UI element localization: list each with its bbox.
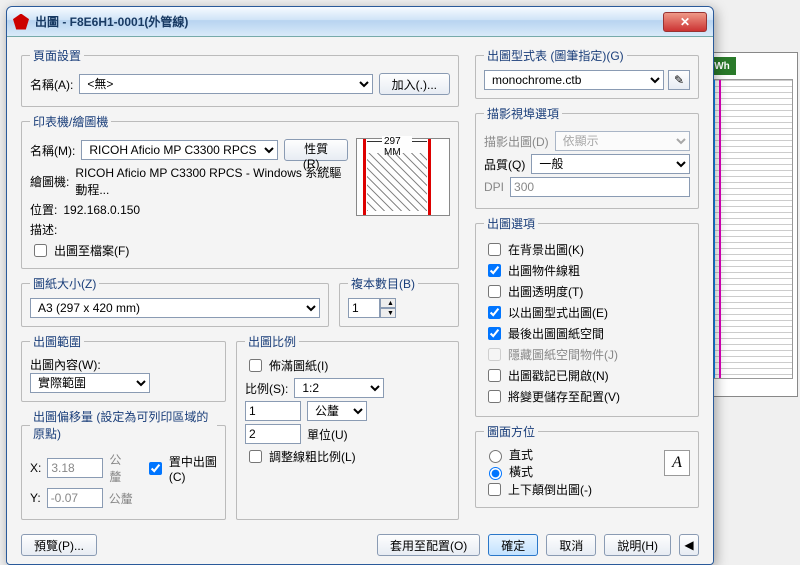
paper-preview: 297 MM [356, 138, 450, 216]
orientation-upside-down[interactable]: 上下顛倒出圖(-) [484, 480, 690, 499]
ok-button[interactable]: 確定 [488, 534, 538, 556]
edit-style-table-button[interactable]: ✎ [668, 70, 690, 90]
opt-lineweights[interactable]: 出圖物件線粗 [484, 261, 690, 280]
shaded-viewport-group: 描影視埠選項 描影出圖(D) 依顯示 品質(Q) 一般 DPI [475, 105, 699, 209]
page-setup-legend: 頁面設置 [30, 47, 84, 64]
paper-size-select[interactable]: A3 (297 x 420 mm) [30, 298, 320, 318]
opt-hide-paperspace: 隱藏圖紙空間物件(J) [484, 345, 690, 364]
orientation-landscape[interactable]: 橫式 [484, 463, 533, 480]
opt-paperspace-last[interactable]: 最後出圖圖紙空間 [484, 324, 690, 343]
location-value: 192.168.0.150 [63, 203, 140, 217]
offset-x-input [47, 458, 103, 478]
quality-label: 品質(Q) [484, 156, 525, 173]
printer-name-label: 名稱(M): [30, 142, 75, 159]
quality-select[interactable]: 一般 [531, 154, 690, 174]
plot-what-select[interactable]: 實際範圍 [30, 373, 150, 393]
opt-background[interactable]: 在背景出圖(K) [484, 240, 690, 259]
center-plot-checkbox[interactable]: 置中出圖(C) [145, 453, 217, 484]
copies-spinner[interactable]: ▲▼ [348, 298, 396, 318]
orientation-group: 圖面方位 直式 橫式 A 上下顛倒出圖(-) [475, 423, 699, 508]
plot-dialog: 出圖 - F8E6H1-0001(外管線) ✕ 頁面設置 名稱(A): <無> … [6, 6, 714, 565]
scale-denominator-input[interactable] [245, 424, 301, 444]
plot-what-label: 出圖內容(W): [30, 356, 217, 373]
window-title: 出圖 - F8E6H1-0001(外管線) [35, 13, 188, 30]
plot-options-legend: 出圖選項 [484, 215, 538, 232]
copies-down[interactable]: ▼ [380, 308, 396, 318]
offset-y-label: Y: [30, 491, 41, 505]
background-drawing-window: Wh [703, 52, 798, 397]
copies-up[interactable]: ▲ [380, 298, 396, 308]
printer-name-select[interactable]: RICOH Aficio MP C3300 RPCS [81, 140, 278, 160]
page-setup-name-label: 名稱(A): [30, 76, 73, 93]
fit-to-paper-checkbox[interactable]: 佈滿圖紙(I) [245, 356, 450, 375]
autocad-icon [13, 14, 29, 30]
plot-offset-legend: 出圖偏移量 (設定為可列印區域的原點) [30, 408, 217, 442]
apply-to-layout-button[interactable]: 套用至配置(O) [377, 534, 480, 556]
offset-x-unit: 公釐 [109, 451, 129, 485]
titlebar[interactable]: 出圖 - F8E6H1-0001(外管線) ✕ [7, 7, 713, 37]
plot-area-group: 出圖範圍 出圖內容(W): 實際範圍 [21, 333, 226, 402]
orientation-portrait[interactable]: 直式 [484, 446, 533, 463]
opt-plot-styles[interactable]: 以出圖型式出圖(E) [484, 303, 690, 322]
plot-style-table-select[interactable]: monochrome.ctb [484, 70, 664, 90]
printer-properties-button[interactable]: 性質(R)... [284, 139, 348, 161]
scale-unit-select[interactable]: 公釐 [307, 401, 367, 421]
dpi-input [510, 177, 690, 197]
paper-size-legend: 圖紙大小(Z) [30, 275, 99, 292]
chevron-left-icon: ◀ [684, 538, 693, 552]
background-drawing [708, 79, 793, 379]
scale-numerator-input[interactable] [245, 401, 301, 421]
shade-plot-select: 依顯示 [555, 131, 690, 151]
plotter-label: 繪圖機: [30, 173, 69, 190]
offset-x-label: X: [30, 461, 41, 475]
dpi-label: DPI [484, 180, 504, 194]
printer-group: 印表機/繪圖機 名稱(M): RICOH Aficio MP C3300 RPC… [21, 113, 459, 269]
plot-style-table-group: 出圖型式表 (圖筆指定)(G) monochrome.ctb ✎ [475, 47, 699, 99]
scale-label: 比例(S): [245, 380, 288, 397]
copies-group: 複本數目(B) ▲▼ [339, 275, 459, 327]
location-label: 位置: [30, 201, 57, 218]
page-setup-name-select[interactable]: <無> [79, 74, 372, 94]
opt-plot-stamp[interactable]: 出圖戳記已開啟(N) [484, 366, 690, 385]
plot-offset-group: 出圖偏移量 (設定為可列印區域的原點) X: 公釐 置中出圖(C) Y: 公釐 [21, 408, 226, 520]
preview-button[interactable]: 預覽(P)... [21, 534, 97, 556]
description-label: 描述: [30, 221, 57, 238]
paper-size-group: 圖紙大小(Z) A3 (297 x 420 mm) [21, 275, 329, 327]
copies-input[interactable] [348, 298, 380, 318]
shade-plot-label: 描影出圖(D) [484, 133, 549, 150]
close-button[interactable]: ✕ [663, 12, 707, 32]
opt-transparency[interactable]: 出圖透明度(T) [484, 282, 690, 301]
copies-legend: 複本數目(B) [348, 275, 418, 292]
help-button[interactable]: 說明(H) [604, 534, 671, 556]
plot-style-table-legend: 出圖型式表 (圖筆指定)(G) [484, 47, 627, 64]
collapse-options-button[interactable]: ◀ [679, 534, 699, 556]
plotter-value: RICOH Aficio MP C3300 RPCS - Windows 系統驅… [75, 164, 348, 198]
printer-legend: 印表機/繪圖機 [30, 113, 111, 130]
scale-lineweights-checkbox[interactable]: 調整線粗比例(L) [245, 447, 450, 466]
pencil-icon: ✎ [674, 73, 684, 87]
page-setup-group: 頁面設置 名稱(A): <無> 加入(.)... [21, 47, 459, 107]
plot-to-file-checkbox[interactable]: 出圖至檔案(F) [30, 241, 348, 260]
plot-scale-legend: 出圖比例 [245, 333, 299, 350]
opt-save-changes[interactable]: 將變更儲存至配置(V) [484, 387, 690, 406]
shaded-viewport-legend: 描影視埠選項 [484, 105, 562, 122]
offset-y-input [47, 488, 103, 508]
scale-den-unit: 單位(U) [307, 426, 348, 443]
orientation-preview-icon: A [664, 450, 690, 476]
plot-area-legend: 出圖範圍 [30, 333, 84, 350]
add-page-setup-button[interactable]: 加入(.)... [379, 73, 450, 95]
plot-scale-group: 出圖比例 佈滿圖紙(I) 比例(S): 1:2 公釐 單位(U) [236, 333, 459, 520]
plot-options-group: 出圖選項 在背景出圖(K) 出圖物件線粗 出圖透明度(T) 以出圖型式出圖(E)… [475, 215, 699, 417]
orientation-legend: 圖面方位 [484, 423, 538, 440]
scale-select[interactable]: 1:2 [294, 378, 384, 398]
cancel-button[interactable]: 取消 [546, 534, 596, 556]
offset-y-unit: 公釐 [109, 490, 133, 507]
